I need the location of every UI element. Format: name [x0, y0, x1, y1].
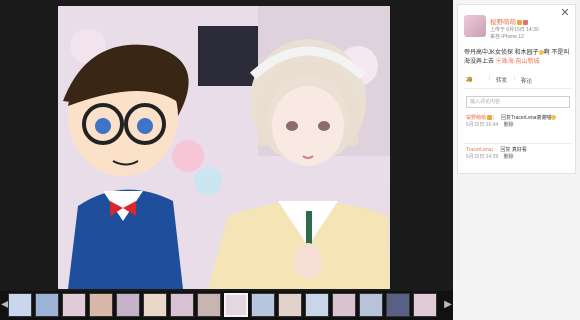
thumbnail[interactable] [332, 293, 356, 317]
divider: | [514, 76, 516, 82]
thumbnail[interactable] [62, 293, 86, 317]
vip-icon [517, 19, 522, 25]
post-username[interactable]: 桜野萌萌 [490, 16, 528, 26]
thumbnail[interactable] [8, 293, 32, 317]
comment-input[interactable]: 输入评论内容 [466, 96, 570, 108]
post-actions: 👍 20 | 转发 | 评论 2 [466, 76, 533, 85]
thumbnail[interactable] [143, 293, 167, 317]
comment-item: 桜野萌萌：回复TracerLena谢谢喵 6月15日 16:44 删除 [466, 115, 572, 129]
side-panel: ✕ 桜野萌萌 上传于 6月15日 14:30 来自 iPhone 12 帝丹高中… [453, 0, 580, 320]
divider: | [489, 76, 491, 82]
thumbnail[interactable] [35, 293, 59, 317]
divider [464, 88, 572, 89]
photo-viewer: ◀ ▶ [0, 0, 453, 320]
thumbnail[interactable] [359, 293, 383, 317]
avatar[interactable] [464, 15, 486, 37]
thumbnail[interactable] [89, 293, 113, 317]
main-photo[interactable] [58, 6, 390, 289]
location-link[interactable]: ⦿珠海·前山新城 [496, 59, 540, 65]
thumbnail[interactable] [278, 293, 302, 317]
post-time: 上传于 6月15日 14:30 [490, 27, 539, 33]
comment-item: TracerLena： 回复 真好看 6月15日 14:39 删除 [466, 147, 527, 160]
thumbnail[interactable] [116, 293, 140, 317]
thumbnail-strip: ◀ ▶ [0, 291, 453, 320]
post-text: 帝丹高中JK女侦探 和木园子啊 不是叫 海没弄上去 ⦿珠海·前山新城 [464, 49, 570, 65]
thumbnail[interactable] [413, 293, 437, 317]
vip-icon [487, 115, 493, 121]
post-card: ✕ 桜野萌萌 上传于 6月15日 14:30 来自 iPhone 12 帝丹高中… [457, 4, 576, 174]
close-icon[interactable]: ✕ [559, 7, 571, 19]
repost-button[interactable]: 转发 [496, 76, 507, 84]
thumbnail[interactable] [197, 293, 221, 317]
badge-icon [523, 19, 528, 25]
thumbnail[interactable] [251, 293, 275, 317]
thumbnail[interactable] [170, 293, 194, 317]
emoji-icon [551, 115, 557, 121]
photo-illustration [58, 6, 390, 289]
thumbnail[interactable] [305, 293, 329, 317]
divider [464, 143, 572, 144]
thumbnail-active[interactable] [224, 293, 248, 317]
thumbnail[interactable] [386, 293, 410, 317]
chevron-right-icon[interactable]: ▶ [444, 299, 452, 311]
post-source: 来自 iPhone 12 [490, 34, 524, 40]
